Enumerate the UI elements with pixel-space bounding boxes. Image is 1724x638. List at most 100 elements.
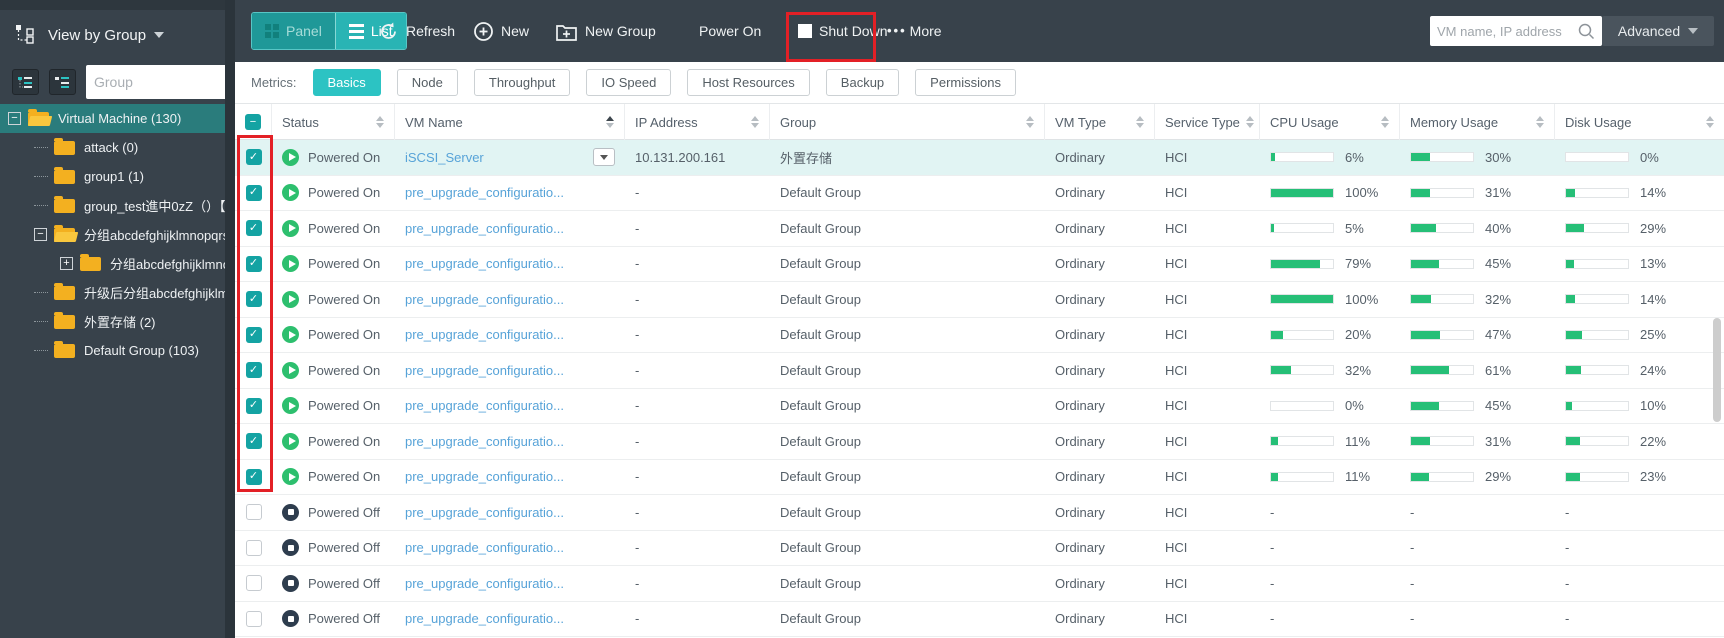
column-header-service-type[interactable]: Service Type [1155, 104, 1260, 140]
vm-name-link[interactable]: pre_upgrade_configuratio... [405, 611, 564, 626]
table-row[interactable]: ✓ Powered On pre_upgrade_configuratio... - D… [235, 211, 1724, 247]
column-header-status[interactable]: Status [272, 104, 395, 140]
row-checkbox[interactable] [245, 610, 262, 627]
view-by-group-selector[interactable]: View by Group [0, 10, 225, 60]
metrics-tab-node[interactable]: Node [396, 69, 458, 96]
collapse-toggle-icon[interactable]: − [8, 112, 21, 125]
table-row[interactable]: Powered Off pre_upgrade_configuratio... - D… [235, 566, 1724, 602]
vm-name-link[interactable]: iSCSI_Server [405, 150, 484, 165]
vm-name-link[interactable]: pre_upgrade_configuratio... [405, 576, 564, 591]
table-row[interactable]: ✓ Powered On pre_upgrade_configuratio... - D… [235, 424, 1724, 460]
tree-item[interactable]: attack (0) [0, 133, 225, 162]
refresh-button[interactable]: Refresh [378, 0, 455, 62]
sort-arrows-icon[interactable] [745, 116, 759, 128]
table-row[interactable]: ✓ Powered On pre_upgrade_configuratio... - D… [235, 317, 1724, 353]
row-checkbox[interactable]: ✓ [245, 433, 262, 450]
metrics-tab-host-resources[interactable]: Host Resources [687, 69, 810, 96]
vm-name-cell: iSCSI_Server [395, 140, 625, 175]
tree-item[interactable]: − 分组abcdefghijklmnopqrstuv [0, 220, 225, 249]
table-scrollbar-thumb[interactable] [1713, 318, 1721, 422]
row-checkbox[interactable]: ✓ [245, 362, 262, 379]
select-all-checkbox[interactable]: − [245, 114, 261, 130]
vm-search-input[interactable] [1437, 23, 1577, 39]
vm-name-link[interactable]: pre_upgrade_configuratio... [405, 292, 564, 307]
row-checkbox[interactable]: ✓ [245, 149, 262, 166]
power-on-button[interactable]: Power On [699, 0, 761, 62]
row-checkbox[interactable]: ✓ [245, 220, 262, 237]
table-row[interactable]: Powered Off pre_upgrade_configuratio... - D… [235, 601, 1724, 637]
table-row[interactable]: ✓ Powered On pre_upgrade_configuratio... - D… [235, 246, 1724, 282]
table-row[interactable]: ✓ Powered On pre_upgrade_configuratio... - D… [235, 459, 1724, 495]
vm-actions-dropdown-button[interactable] [593, 148, 615, 167]
table-row[interactable]: ✓ Powered On pre_upgrade_configuratio... - D… [235, 175, 1724, 211]
toolbar: Panel List Refresh New New Group Power O… [235, 0, 1724, 62]
column-header-memory-usage[interactable]: Memory Usage [1400, 104, 1555, 140]
row-checkbox[interactable]: ✓ [245, 184, 262, 201]
sidebar-scrollbar-track[interactable] [225, 0, 235, 638]
column-header-ip-address[interactable]: IP Address [625, 104, 770, 140]
new-group-button[interactable]: New Group [555, 0, 656, 62]
table-row[interactable]: ✓ Powered On pre_upgrade_configuratio... - D… [235, 388, 1724, 424]
table-row[interactable]: Powered Off pre_upgrade_configuratio... - D… [235, 495, 1724, 531]
column-header-group[interactable]: Group [770, 104, 1045, 140]
row-checkbox[interactable]: ✓ [245, 468, 262, 485]
vm-name-link[interactable]: pre_upgrade_configuratio... [405, 398, 564, 413]
sort-arrows-icon[interactable] [1530, 116, 1544, 128]
sort-arrows-icon[interactable] [1375, 116, 1389, 128]
column-header-vm-name[interactable]: VM Name [395, 104, 625, 140]
tree-item[interactable]: − Virtual Machine (130) [0, 104, 225, 133]
more-button[interactable]: ••• More [887, 0, 942, 62]
metrics-tab-backup[interactable]: Backup [825, 69, 900, 96]
vm-name-link[interactable]: pre_upgrade_configuratio... [405, 363, 564, 378]
column-header-cpu-usage[interactable]: CPU Usage [1260, 104, 1400, 140]
row-checkbox[interactable]: ✓ [245, 291, 262, 308]
vm-name-link[interactable]: pre_upgrade_configuratio... [405, 221, 564, 236]
metrics-tab-permissions[interactable]: Permissions [915, 69, 1016, 96]
column-header-disk-usage[interactable]: Disk Usage [1555, 104, 1724, 140]
status-label: Powered On [308, 469, 381, 485]
row-checkbox[interactable] [245, 504, 262, 521]
sort-arrows-icon[interactable] [1130, 116, 1144, 128]
metrics-tab-basics[interactable]: Basics [312, 69, 381, 96]
metrics-tab-throughput[interactable]: Throughput [473, 69, 571, 96]
search-icon[interactable] [1577, 22, 1595, 40]
service-type-cell: HCI [1165, 398, 1188, 414]
tree-item[interactable]: group_test進中0zZ（）【】... [0, 191, 225, 220]
row-checkbox[interactable]: ✓ [245, 326, 262, 343]
metrics-tab-io-speed[interactable]: IO Speed [586, 69, 672, 96]
table-row[interactable]: ✓ Powered On iSCSI_Server 10.131.200.161 外置存… [235, 140, 1724, 176]
vm-name-link[interactable]: pre_upgrade_configuratio... [405, 469, 564, 484]
vm-name-link[interactable]: pre_upgrade_configuratio... [405, 540, 564, 555]
table-row[interactable]: ✓ Powered On pre_upgrade_configuratio... - D… [235, 282, 1724, 318]
sort-arrows-icon[interactable] [1700, 116, 1714, 128]
tree-item[interactable]: group1 (1) [0, 162, 225, 191]
vm-name-link[interactable]: pre_upgrade_configuratio... [405, 327, 564, 342]
sort-arrows-icon[interactable] [1240, 116, 1254, 128]
expand-toggle-icon[interactable]: + [60, 257, 73, 270]
tree-item[interactable]: 升级后分组abcdefghijklmnop [0, 278, 225, 307]
collapse-toggle-icon[interactable]: − [34, 228, 47, 241]
new-vm-button[interactable]: New [473, 0, 529, 62]
sort-arrows-icon[interactable] [1020, 116, 1034, 128]
advanced-search-button[interactable]: Advanced [1602, 16, 1714, 46]
vm-name-link[interactable]: pre_upgrade_configuratio... [405, 185, 564, 200]
row-checkbox[interactable] [245, 575, 262, 592]
vm-name-link[interactable]: pre_upgrade_configuratio... [405, 505, 564, 520]
panel-view-button[interactable]: Panel [252, 13, 335, 49]
sort-arrows-icon[interactable] [370, 116, 384, 128]
table-row[interactable]: ✓ Powered On pre_upgrade_configuratio... - D… [235, 353, 1724, 389]
table-row[interactable]: Powered Off pre_upgrade_configuratio... - D… [235, 530, 1724, 566]
tree-item[interactable]: Default Group (103) [0, 336, 225, 365]
vm-name-link[interactable]: pre_upgrade_configuratio... [405, 434, 564, 449]
vm-name-link[interactable]: pre_upgrade_configuratio... [405, 256, 564, 271]
collapse-all-tree-button[interactable] [49, 69, 76, 95]
row-checkbox[interactable]: ✓ [245, 397, 262, 414]
shut-down-button[interactable]: Shut Down [798, 0, 887, 62]
row-checkbox[interactable]: ✓ [245, 255, 262, 272]
sort-arrows-icon[interactable] [600, 116, 614, 128]
tree-item[interactable]: + 分组abcdefghijklmnopqr [0, 249, 225, 278]
expand-all-tree-button[interactable] [12, 69, 39, 95]
row-checkbox[interactable] [245, 539, 262, 556]
tree-item[interactable]: 外置存储 (2) [0, 307, 225, 336]
column-header-vm-type[interactable]: VM Type [1045, 104, 1155, 140]
